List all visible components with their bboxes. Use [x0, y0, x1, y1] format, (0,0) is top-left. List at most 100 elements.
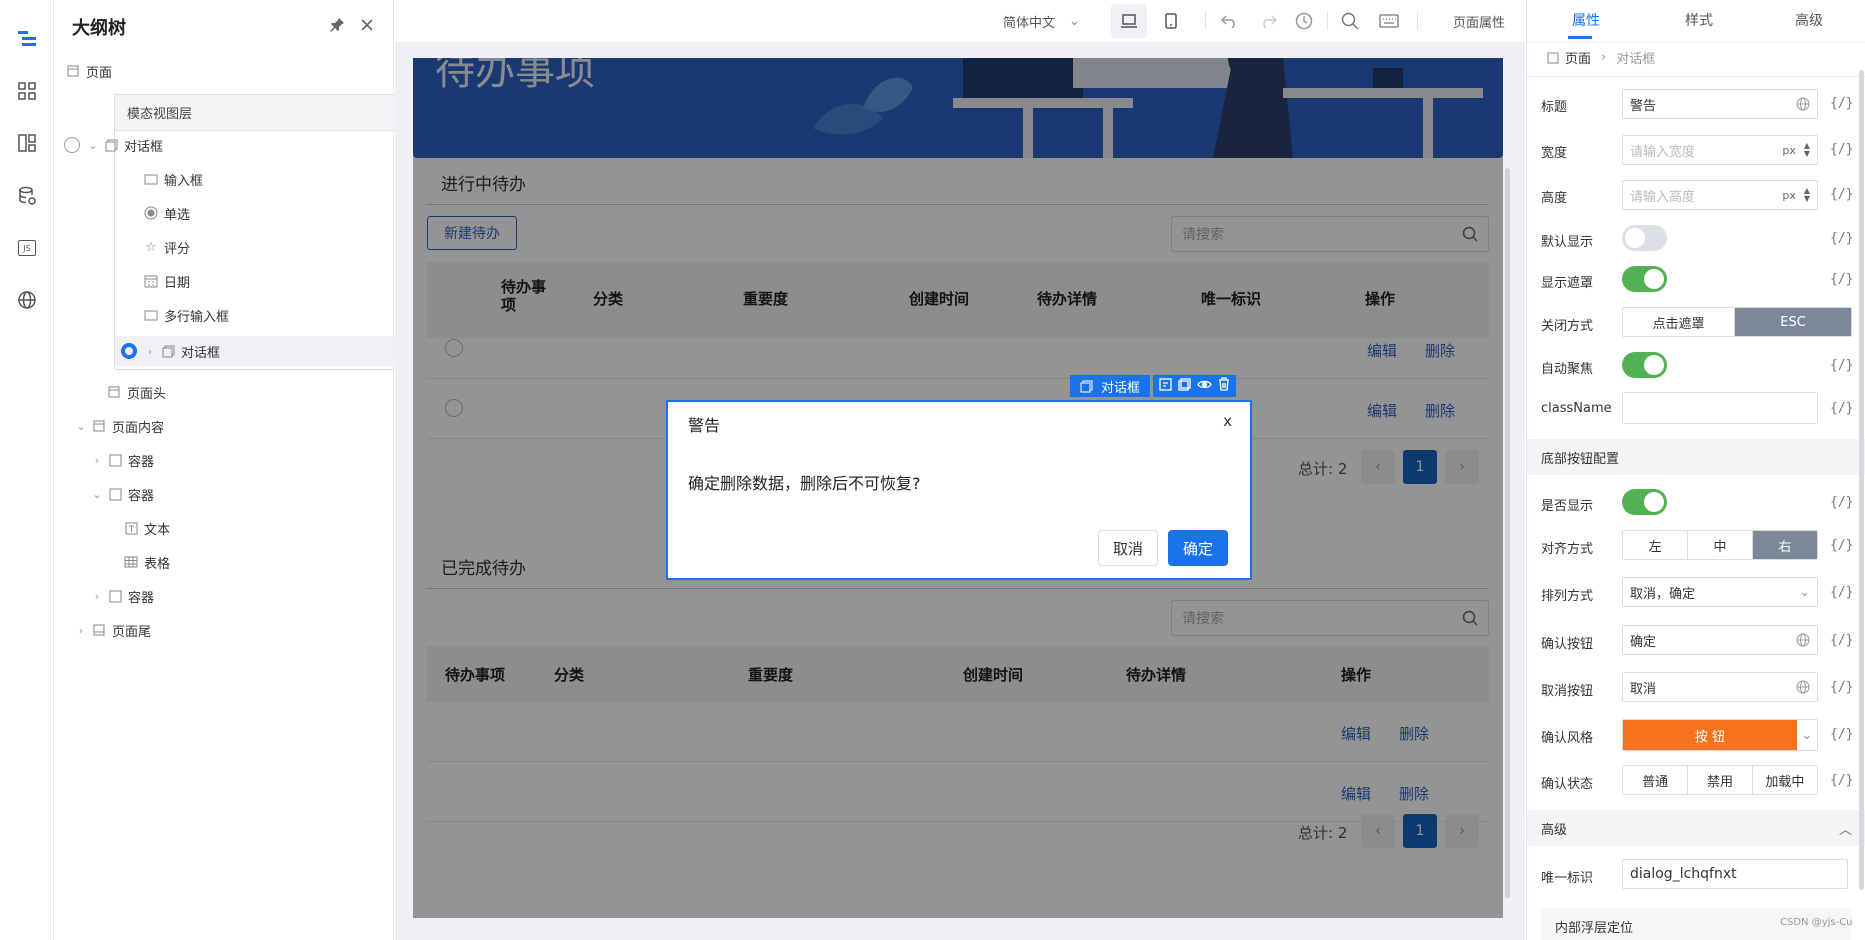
variable-bind-button[interactable]: {/}	[1830, 680, 1853, 695]
outline-icon[interactable]	[13, 25, 41, 53]
tree-item-dialog-selected[interactable]: › 对话框	[115, 336, 440, 366]
visibility-radio-selected[interactable]	[121, 343, 137, 359]
pin-icon[interactable]	[329, 17, 345, 37]
tree-item-content[interactable]: ⌄ 页面内容	[70, 411, 164, 441]
stepper-icon[interactable]: ▲ ▼	[1804, 187, 1810, 203]
history-button[interactable]	[1295, 0, 1313, 42]
caret-right-icon[interactable]: ›	[90, 590, 104, 603]
tree-root-page[interactable]: 页面	[64, 56, 112, 86]
height-input[interactable]: 请输入高度 px ▲ ▼	[1622, 180, 1818, 210]
advanced-section[interactable]: 高级 ︿	[1527, 810, 1865, 846]
tree-item-rate[interactable]: ☆ 评分	[142, 232, 190, 262]
classname-input[interactable]	[1622, 392, 1818, 424]
tree-item-date[interactable]: 日期	[142, 266, 190, 296]
cancel-button-text-input[interactable]: 取消	[1622, 672, 1818, 702]
variable-bind-button[interactable]: {/}	[1830, 633, 1853, 648]
tab-advanced[interactable]: 高级	[1795, 10, 1823, 30]
selected-component-tag[interactable]: 对话框	[1070, 375, 1237, 397]
desktop-view-button[interactable]	[1111, 4, 1147, 38]
variable-bind-button[interactable]: {/}	[1830, 585, 1853, 600]
keyboard-button[interactable]	[1379, 0, 1399, 42]
align-option-left[interactable]: 左	[1623, 531, 1689, 559]
js-icon[interactable]: JS	[13, 234, 41, 262]
variable-bind-button[interactable]: {/}	[1830, 538, 1853, 553]
variable-bind-button[interactable]: {/}	[1830, 495, 1853, 510]
variable-bind-button[interactable]: {/}	[1830, 773, 1853, 788]
default-show-switch[interactable]	[1622, 225, 1667, 251]
show-switch[interactable]	[1622, 489, 1667, 515]
caret-down-icon[interactable]: ⌄	[86, 139, 100, 152]
ok-state-option[interactable]: 加载中	[1753, 766, 1817, 794]
tree-item-table[interactable]: 表格	[122, 547, 170, 577]
tree-item-radio[interactable]: 单选	[142, 198, 190, 228]
order-select[interactable]: 取消，确定 ⌄	[1622, 577, 1818, 607]
ok-button-text-input[interactable]: 确定	[1622, 625, 1818, 655]
tree-item-dialog[interactable]: ⌄ 对话框	[64, 130, 163, 160]
tab-properties[interactable]: 属性	[1572, 10, 1600, 30]
ok-state-option[interactable]: 普通	[1623, 766, 1689, 794]
undo-button[interactable]	[1221, 0, 1239, 42]
variable-bind-button[interactable]: {/}	[1830, 401, 1853, 416]
stepper-icon[interactable]: ▲ ▼	[1804, 142, 1810, 158]
components-icon[interactable]	[13, 77, 41, 105]
tree-item-footer[interactable]: › 页面尾	[70, 615, 151, 645]
redo-button[interactable]	[1259, 0, 1277, 42]
globe-icon[interactable]	[13, 286, 41, 314]
tree-item-container[interactable]: › 容器	[86, 445, 154, 475]
select-parent-icon[interactable]	[1159, 377, 1172, 395]
variable-bind-button[interactable]: {/}	[1830, 231, 1853, 246]
tree-item-textarea[interactable]: 多行输入框	[142, 300, 229, 330]
globe-icon[interactable]	[1796, 97, 1810, 111]
breadcrumb-page[interactable]: 页面	[1565, 48, 1591, 67]
trash-icon[interactable]	[1218, 377, 1230, 395]
tree-item-text[interactable]: 文本	[122, 513, 170, 543]
width-input[interactable]: 请输入宽度 px ▲ ▼	[1622, 135, 1818, 165]
variable-bind-button[interactable]: {/}	[1830, 187, 1853, 202]
ok-style-select[interactable]: 按 钮 ⌄	[1622, 719, 1818, 751]
globe-icon[interactable]	[1796, 633, 1810, 647]
tree-item-header[interactable]: 页面头	[89, 377, 166, 407]
tree-item-container[interactable]: › 容器	[86, 581, 154, 611]
caret-right-icon[interactable]: ›	[90, 454, 104, 467]
variable-bind-button[interactable]: {/}	[1830, 727, 1853, 742]
datasource-icon[interactable]	[13, 182, 41, 210]
tree-item-container[interactable]: ⌄ 容器	[86, 479, 154, 509]
align-option-right[interactable]: 右	[1752, 531, 1817, 559]
breadcrumb-dialog[interactable]: 对话框	[1616, 48, 1655, 67]
canvas-scrollbar[interactable]	[1505, 168, 1510, 898]
caret-right-icon[interactable]: ›	[74, 624, 88, 637]
dialog-cancel-button[interactable]: 取消	[1098, 530, 1158, 566]
visibility-radio[interactable]	[64, 137, 80, 153]
page-properties-button[interactable]: 页面属性	[1453, 0, 1505, 42]
caret-down-icon[interactable]: ⌄	[74, 420, 88, 433]
active-tab-indicator	[1568, 36, 1592, 39]
caret-right-icon[interactable]: ›	[143, 345, 157, 358]
close-mode-option[interactable]: 点击遮罩	[1623, 308, 1736, 336]
copy-icon[interactable]	[1178, 377, 1191, 395]
globe-icon[interactable]	[1796, 680, 1810, 694]
id-input[interactable]: dialog_lchqfnxt	[1622, 859, 1848, 889]
ok-state-option[interactable]: 禁用	[1688, 766, 1753, 794]
caret-down-icon[interactable]: ⌄	[90, 488, 104, 501]
align-option-center[interactable]: 中	[1688, 531, 1753, 559]
props-scrollbar[interactable]	[1859, 70, 1864, 890]
layout-icon[interactable]	[13, 129, 41, 157]
tab-style[interactable]: 样式	[1685, 10, 1713, 30]
close-mode-option-selected[interactable]: ESC	[1735, 308, 1851, 336]
search-button[interactable]	[1341, 0, 1359, 42]
footer-config-section[interactable]: 底部按钮配置	[1527, 439, 1865, 475]
mobile-view-button[interactable]	[1165, 0, 1177, 42]
variable-bind-button[interactable]: {/}	[1830, 96, 1853, 111]
close-icon[interactable]	[359, 17, 375, 37]
language-select[interactable]: 简体中文 ⌄	[1003, 0, 1080, 42]
variable-bind-button[interactable]: {/}	[1830, 358, 1853, 373]
mask-switch[interactable]	[1622, 266, 1667, 292]
eye-icon[interactable]	[1197, 379, 1212, 394]
title-input[interactable]: 警告	[1622, 89, 1818, 119]
autofocus-switch[interactable]	[1622, 352, 1667, 378]
tree-item-input[interactable]: 输入框	[142, 164, 203, 194]
dialog-ok-button[interactable]: 确定	[1168, 530, 1228, 566]
dialog-close-button[interactable]: x	[1223, 412, 1232, 430]
variable-bind-button[interactable]: {/}	[1830, 272, 1853, 287]
variable-bind-button[interactable]: {/}	[1830, 142, 1853, 157]
